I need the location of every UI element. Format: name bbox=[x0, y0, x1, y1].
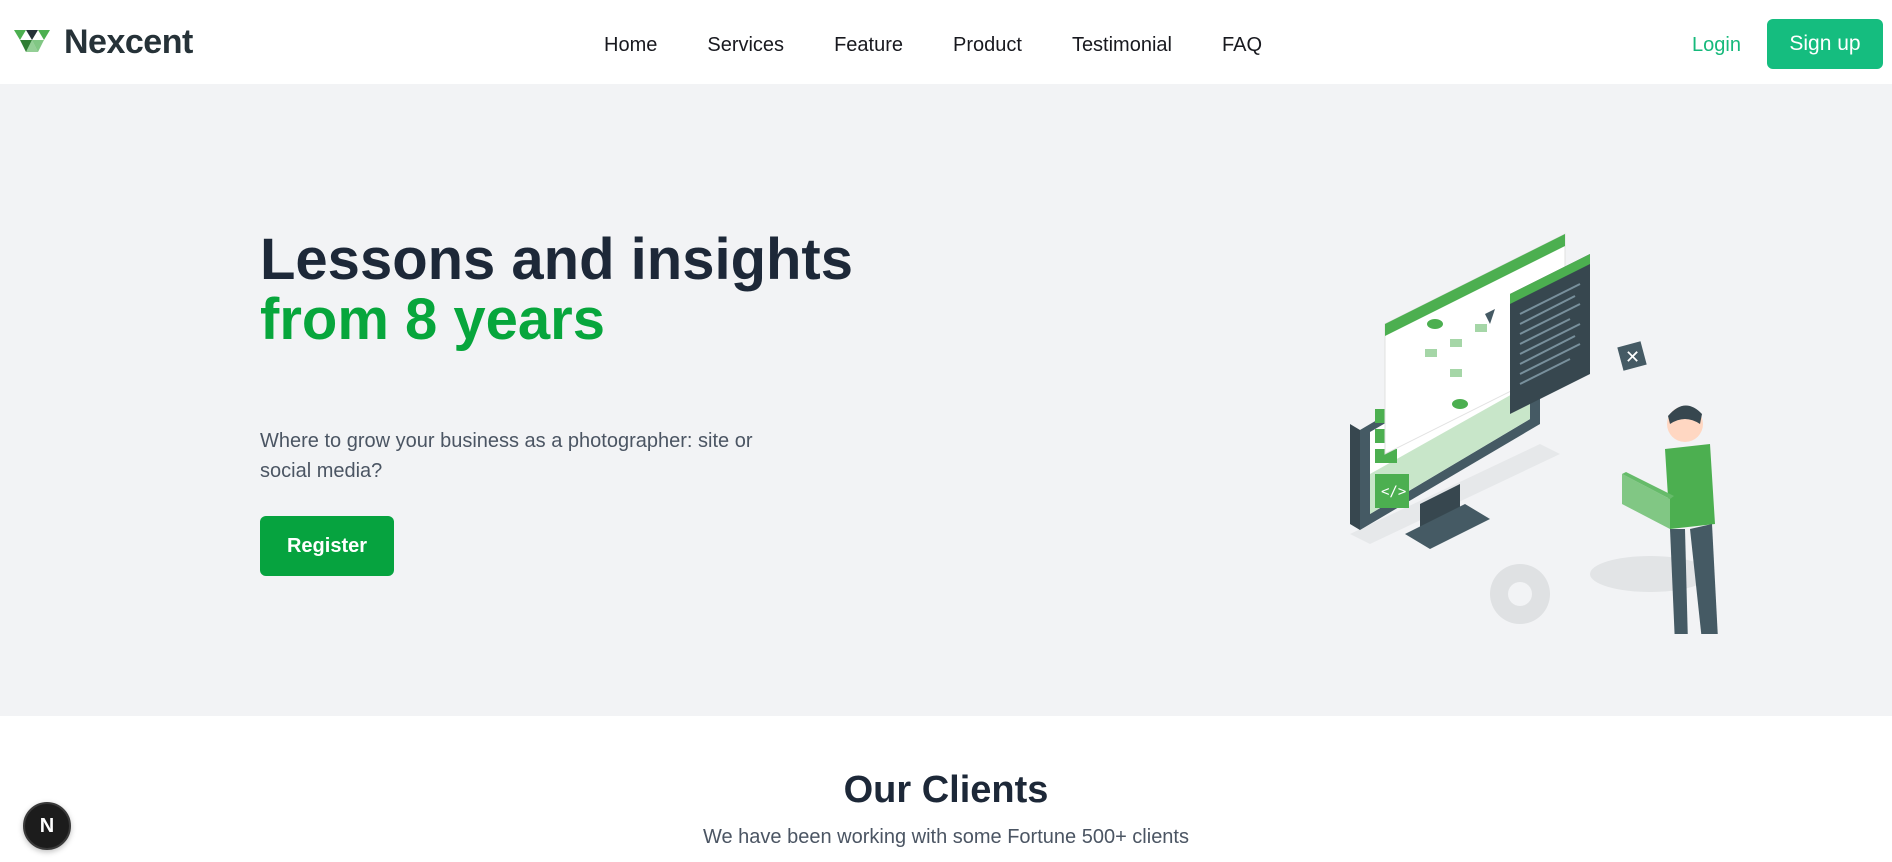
brand-logo[interactable]: Nexcent bbox=[14, 22, 193, 61]
main-nav: Home Services Feature Product Testimonia… bbox=[604, 30, 1262, 60]
hero-title: Lessons and insights from 8 years bbox=[260, 230, 880, 350]
nav-product[interactable]: Product bbox=[953, 30, 1022, 60]
nav-feature[interactable]: Feature bbox=[834, 30, 903, 60]
site-header: Nexcent Home Services Feature Product Te… bbox=[0, 0, 1892, 84]
brand-name: Nexcent bbox=[64, 22, 193, 61]
hero-title-main: Lessons and insights bbox=[260, 227, 853, 292]
register-button[interactable]: Register bbox=[260, 516, 394, 576]
hero-title-accent: from 8 years bbox=[260, 287, 605, 352]
nav-testimonial[interactable]: Testimonial bbox=[1072, 30, 1172, 60]
hero-section: Lessons and insights from 8 years Where … bbox=[0, 84, 1892, 716]
nav-home[interactable]: Home bbox=[604, 30, 657, 60]
nav-services[interactable]: Services bbox=[707, 30, 784, 60]
hero-subtitle: Where to grow your business as a photogr… bbox=[260, 430, 753, 482]
login-link[interactable]: Login bbox=[1692, 30, 1741, 60]
svg-text:✕: ✕ bbox=[1625, 347, 1640, 368]
nav-faq[interactable]: FAQ bbox=[1222, 30, 1262, 60]
signup-button[interactable]: Sign up bbox=[1767, 19, 1883, 69]
dev-indicator-badge[interactable]: N bbox=[23, 802, 71, 850]
developer-desktop-illustration: </> ✕ bbox=[1350, 233, 1718, 634]
svg-text:</>: </> bbox=[1381, 484, 1406, 500]
logo-mark-icon bbox=[14, 30, 50, 52]
clients-title: Our Clients bbox=[843, 769, 1049, 811]
clients-subtitle: We have been working with some Fortune 5… bbox=[702, 826, 1189, 848]
